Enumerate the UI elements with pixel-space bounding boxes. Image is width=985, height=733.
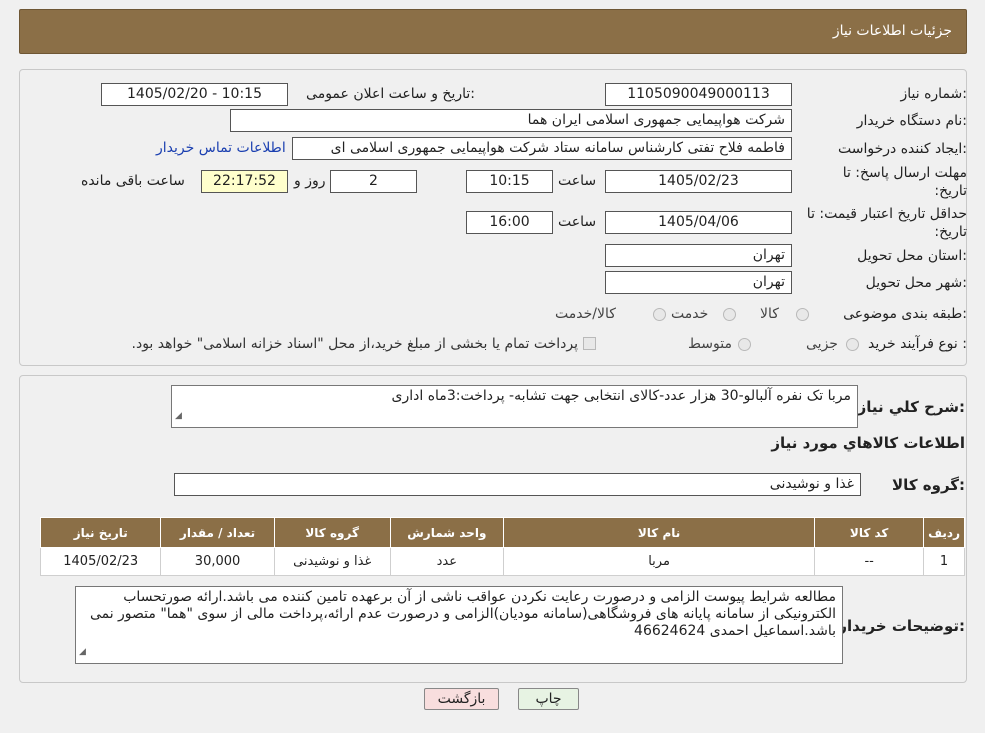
validity-time-label: ساعت	[558, 214, 597, 230]
city-label: شهر محل تحویل:	[865, 275, 967, 291]
category-option-service: خدمت	[671, 306, 709, 322]
resize-grip-icon[interactable]: ◢	[79, 644, 86, 661]
cell-row: 1	[923, 547, 965, 576]
cell-unit: عدد	[389, 547, 504, 576]
remaining-label: ساعت باقی مانده	[81, 173, 185, 189]
cell-qty: 30,000	[160, 547, 275, 576]
print-button[interactable]: چاپ	[518, 688, 579, 710]
page-title: جزئیات اطلاعات نیاز	[832, 23, 952, 39]
goods-table: ردیف کد کالا نام کالا واحد شمارش گروه کا…	[39, 517, 965, 576]
col-group: گروه کالا	[273, 517, 391, 548]
resize-grip-icon[interactable]: ◢	[175, 408, 182, 425]
goods-group-field: غذا و نوشیدنی	[174, 473, 861, 496]
treasury-note: پرداخت تمام یا بخشی از مبلغ خرید،از محل …	[131, 336, 578, 352]
requester-field: فاطمه فلاح تفتی کارشناس سامانه ستاد شرکت…	[292, 137, 792, 160]
summary-textarea: مربا تک نفره آلبالو-30 هزار عدد-کالای ان…	[171, 385, 858, 428]
goods-table-header: ردیف کد کالا نام کالا واحد شمارش گروه کا…	[39, 517, 965, 548]
reply-time-label: ساعت	[558, 173, 597, 189]
summary-label: شرح کلي نياز:	[857, 398, 965, 416]
summary-text: مربا تک نفره آلبالو-30 هزار عدد-کالای ان…	[391, 388, 851, 404]
buyer-notes-textarea: مطالعه شرایط پیوست الزامی و درصورت رعایت…	[75, 586, 843, 664]
reply-deadline-date: 1405/02/23	[605, 170, 792, 193]
requester-label: ایجاد کننده درخواست:	[838, 141, 967, 157]
category-radio-goods[interactable]	[796, 308, 809, 321]
announce-datetime-field: 1405/02/20 - 10:15	[101, 83, 288, 106]
category-radio-goods-service[interactable]	[653, 308, 666, 321]
col-qty: تعداد / مقدار	[160, 517, 275, 548]
province-field: تهران	[605, 244, 792, 267]
need-number-field: 1105090049000113	[605, 83, 792, 106]
category-label: طبقه بندی موضوعی:	[843, 306, 967, 322]
col-unit: واحد شمارش	[389, 517, 504, 548]
announce-datetime-label: تاریخ و ساعت اعلان عمومی:	[306, 86, 475, 102]
cell-code: --	[814, 547, 925, 576]
cell-date: 1405/02/23	[39, 547, 162, 576]
purchase-option-minor: جزیی	[806, 336, 838, 352]
page-header: جزئیات اطلاعات نیاز	[19, 9, 967, 54]
purchase-type-label: نوع فرآیند خرید :	[868, 336, 967, 352]
remaining-time-field: 22:17:52	[201, 170, 288, 193]
goods-info-title: اطلاعات کالاهاي مورد نياز	[771, 434, 965, 452]
col-date: تاریخ نیاز	[39, 517, 162, 548]
cell-group: غذا و نوشیدنی	[273, 547, 391, 576]
city-field: تهران	[605, 271, 792, 294]
need-number-label: شماره نیاز:	[900, 86, 967, 102]
back-button[interactable]: بازگشت	[424, 688, 499, 710]
table-row: 1 -- مربا عدد غذا و نوشیدنی 30,000 1405/…	[39, 547, 965, 576]
price-validity-date: 1405/04/06	[605, 211, 792, 234]
col-code: کد کالا	[814, 517, 925, 548]
category-radio-service[interactable]	[723, 308, 736, 321]
category-option-goods-service: کالا/خدمت	[555, 306, 616, 322]
buyer-contact-link[interactable]: اطلاعات تماس خریدار	[156, 140, 286, 156]
treasury-checkbox[interactable]	[583, 337, 596, 350]
purchase-option-medium: متوسط	[688, 336, 732, 352]
buyer-org-label: نام دستگاه خریدار:	[856, 113, 967, 129]
purchase-radio-minor[interactable]	[846, 338, 859, 351]
reply-deadline-time: 10:15	[466, 170, 553, 193]
reply-days-field: 2	[330, 170, 417, 193]
col-name: نام کالا	[502, 517, 816, 548]
category-option-goods: کالا	[760, 306, 779, 322]
days-label: روز و	[294, 173, 326, 189]
buyer-notes-label: توضیحات خریدار:	[838, 617, 965, 635]
buyer-notes-text: مطالعه شرایط پیوست الزامی و درصورت رعایت…	[89, 589, 836, 639]
col-row: ردیف	[923, 517, 965, 548]
reply-deadline-label: مهلت ارسال پاسخ: تا تاریخ:	[842, 165, 967, 199]
province-label: استان محل تحویل:	[857, 248, 967, 264]
purchase-radio-medium[interactable]	[738, 338, 751, 351]
buyer-org-field: شرکت هواپیمایی جمهوری اسلامی ایران هما	[230, 109, 792, 132]
goods-group-label: گروه کالا:	[892, 476, 965, 494]
price-validity-time: 16:00	[466, 211, 553, 234]
cell-name: مربا	[502, 547, 816, 576]
price-validity-label: حداقل تاریخ اعتبار قیمت: تا تاریخ:	[806, 206, 967, 240]
